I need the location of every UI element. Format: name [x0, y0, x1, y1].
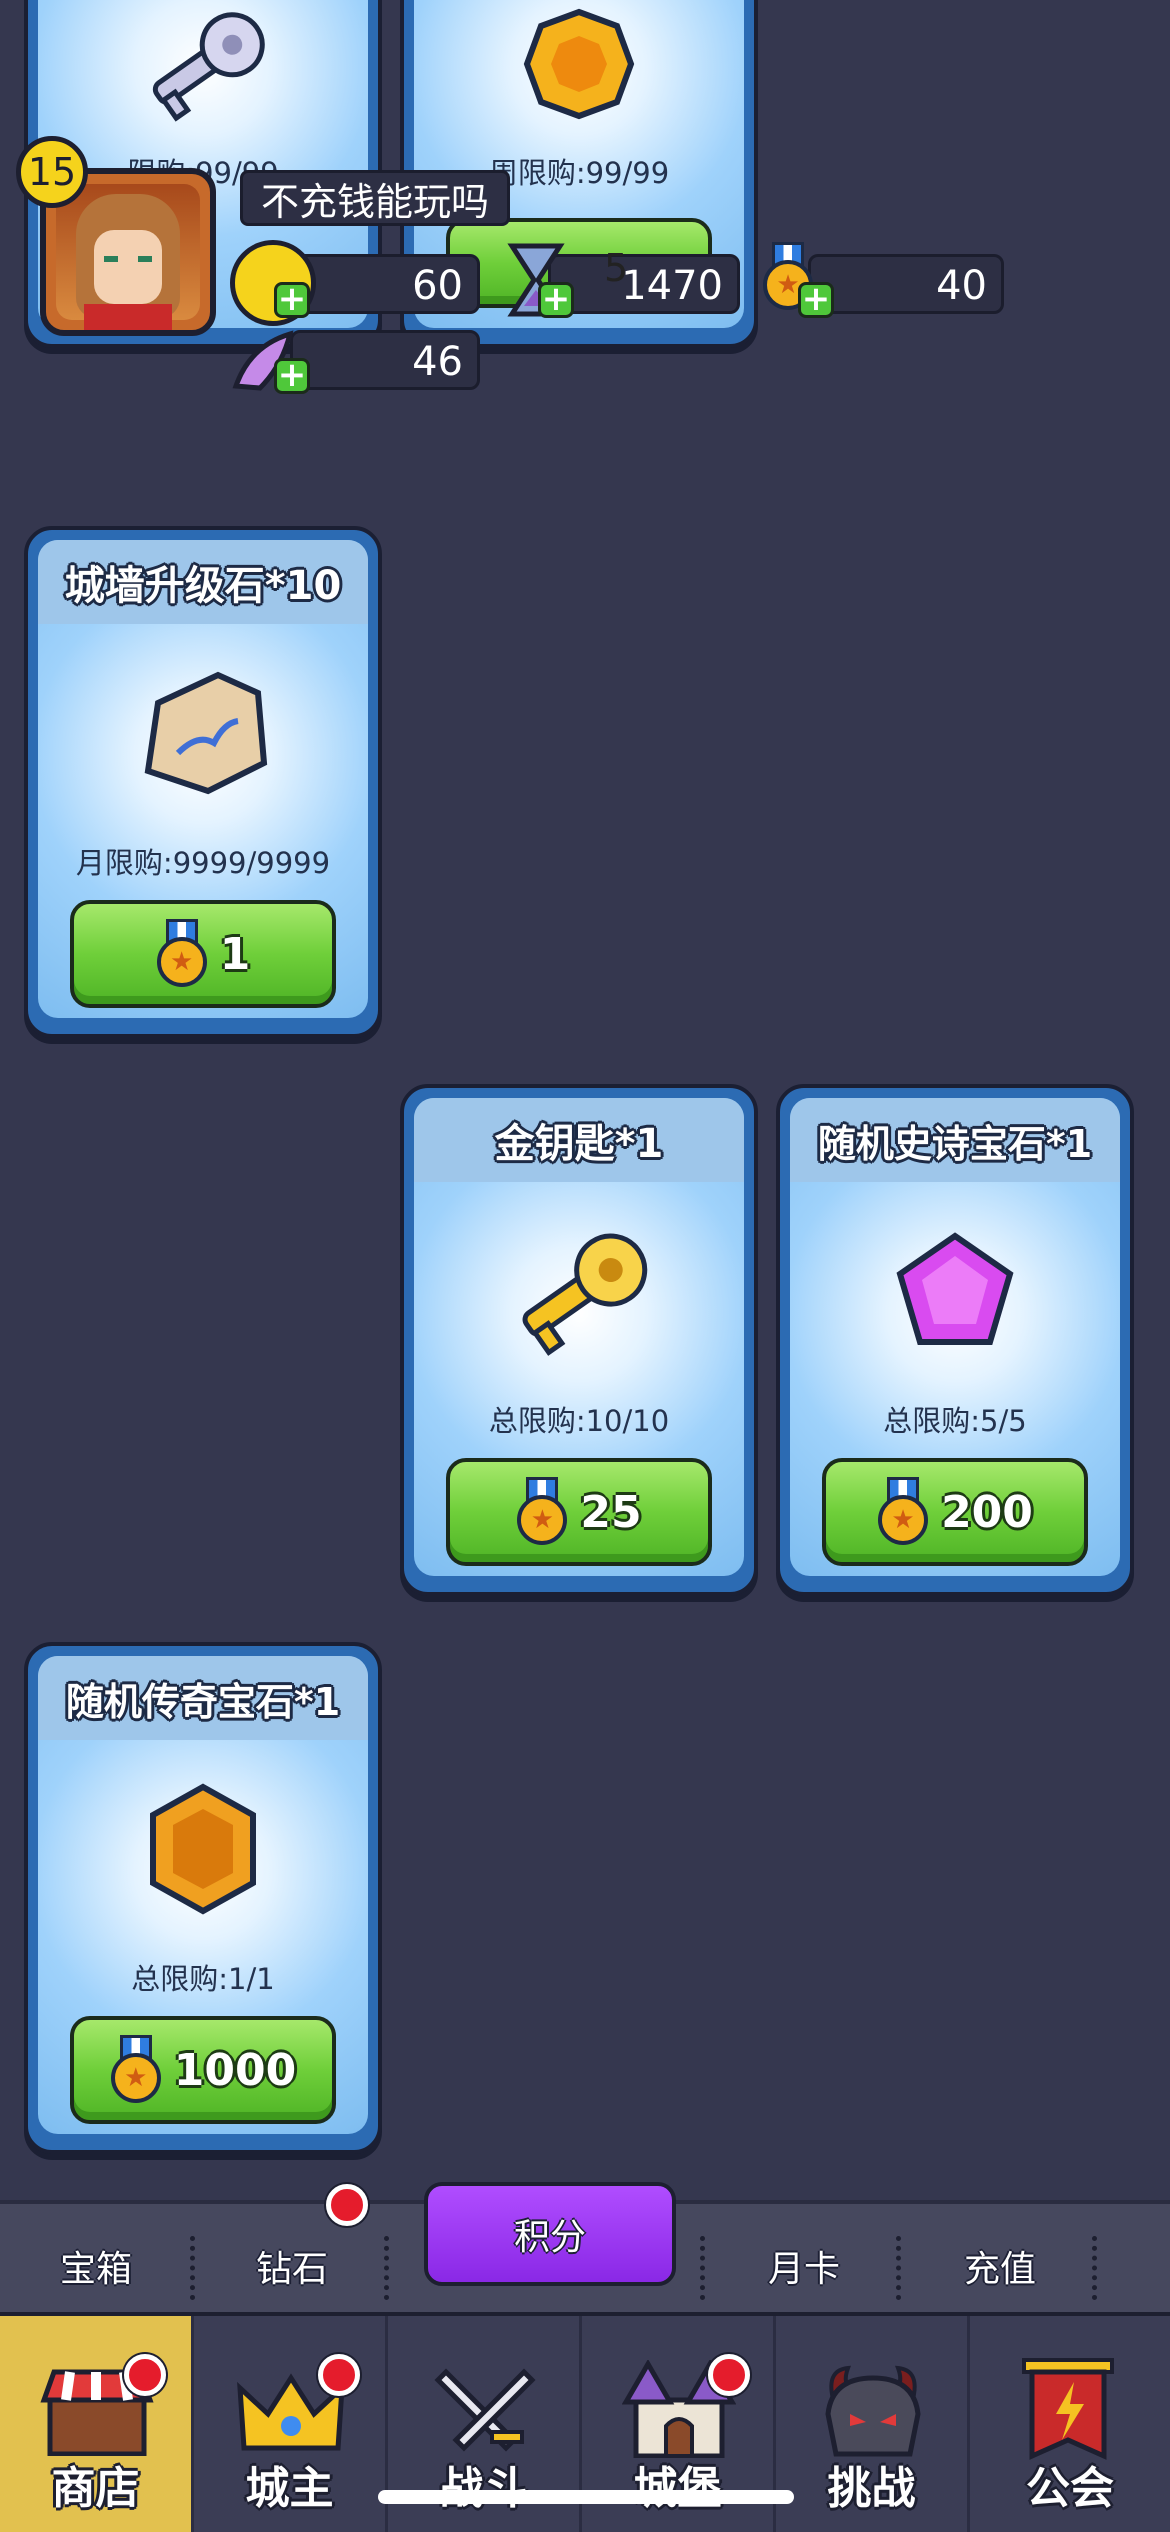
player-name: 不充钱能玩吗 [260, 179, 489, 224]
medal-icon: ★ [110, 2035, 162, 2105]
crossed-swords-icon [432, 2362, 538, 2458]
tab-divider [896, 2236, 902, 2300]
shop-card-wall-stone: 城墙升级石*10 月限购:9999/9999 ★ 1 [24, 526, 382, 1038]
level-text: 15 [27, 150, 77, 194]
nav-shop-label: 商店 [51, 2463, 140, 2514]
tab-points-label: 积分 [513, 2217, 586, 2258]
nav-lord[interactable]: 城主 [194, 2316, 388, 2532]
home-indicator[interactable] [378, 2490, 794, 2504]
tab-divider [190, 2236, 196, 2300]
limit-text: 总限购:1/1 [131, 1962, 275, 1996]
cost-value: 200 [941, 1486, 1033, 1538]
hourglass-counter: 1470 [548, 254, 740, 314]
item-title: 随机史诗宝石*1 [817, 1121, 1093, 1166]
gold-coin-icon [404, 4, 754, 124]
hourglass-badge: 5 [604, 246, 629, 290]
purple-gem-icon [780, 1196, 1130, 1386]
silver-key-icon [28, 4, 378, 124]
tab-divider [700, 2236, 706, 2300]
cost-value: 1000 [173, 2044, 297, 2096]
item-title: 金钥匙*1 [494, 1121, 664, 1167]
notification-dot [708, 2354, 750, 2396]
nav-guild[interactable]: 公会 [970, 2316, 1170, 2532]
medal-value: 40 [936, 263, 987, 309]
item-title: 随机传奇宝石*1 [65, 1679, 341, 1724]
orange-gem-icon [28, 1754, 378, 1944]
demon-helmet-icon [818, 2364, 928, 2458]
tab-diamond[interactable]: 钻石 [256, 2240, 328, 2292]
tab-divider [384, 2236, 390, 2300]
tab-monthly[interactable]: 月卡 [768, 2240, 840, 2292]
item-title: 城墙升级石*10 [64, 563, 342, 609]
gold-key-icon [404, 1196, 754, 1386]
nav-guild-label: 公会 [1026, 2463, 1114, 2514]
nav-castle-label: 城堡 [633, 2463, 722, 2514]
limit-text: 月限购:9999/9999 [75, 846, 331, 880]
tab-chest[interactable]: 宝箱 [60, 2240, 132, 2292]
hourglass-value: 1470 [621, 263, 723, 309]
player-name-plate: 不充钱能玩吗 [240, 170, 510, 226]
notification-dot [318, 2354, 360, 2396]
medal-counter: 40 [808, 254, 1004, 314]
nav-battle-label: 战斗 [439, 2463, 528, 2514]
gold-value: 60 [412, 263, 463, 309]
tab-divider [1092, 2236, 1098, 2300]
gold-counter: 60 [290, 254, 480, 314]
shop-card-gold-key: 金钥匙*1 总限购:10/10 ★ 25 [400, 1084, 758, 1596]
limit-text: 总限购:5/5 [883, 1404, 1027, 1438]
buy-button[interactable]: ★ 1 [70, 900, 336, 1008]
notification-dot [326, 2184, 368, 2226]
nav-challenge-label: 挑战 [827, 2463, 916, 2514]
level-badge: 15 [16, 136, 88, 208]
tab-recharge[interactable]: 充值 [964, 2240, 1036, 2292]
tab-points[interactable]: 积分 [424, 2182, 676, 2286]
nav-lord-label: 城主 [245, 2463, 334, 2514]
buy-button[interactable]: ★ 200 [822, 1458, 1088, 1566]
shop-card-legend-gem: 随机传奇宝石*1 总限购:1/1 ★ 1000 [24, 1642, 382, 2154]
potion-counter: 46 [290, 330, 480, 390]
add-medal-button[interactable]: + [798, 282, 834, 318]
medal-icon: ★ [877, 1477, 929, 1547]
nav-shop[interactable]: 商店 [0, 2316, 194, 2532]
potion-value: 46 [412, 339, 463, 385]
cost-value: 1 [219, 928, 251, 980]
medal-icon: ★ [156, 919, 208, 989]
nav-challenge[interactable]: 挑战 [776, 2316, 970, 2532]
notification-dot [124, 2354, 166, 2396]
rune-stone-icon [28, 638, 378, 828]
guild-banner-icon [1018, 2356, 1118, 2460]
add-hourglass-button[interactable]: + [538, 282, 574, 318]
medal-icon: ★ [516, 1477, 568, 1547]
add-potion-button[interactable]: + [274, 358, 310, 394]
buy-button[interactable]: ★ 25 [446, 1458, 712, 1566]
shop-card-epic-gem: 随机史诗宝石*1 总限购:5/5 ★ 200 [776, 1084, 1134, 1596]
limit-text: 总限购:10/10 [488, 1404, 670, 1438]
add-gold-button[interactable]: + [274, 282, 310, 318]
cost-value: 25 [580, 1486, 642, 1538]
buy-button[interactable]: ★ 1000 [70, 2016, 336, 2124]
